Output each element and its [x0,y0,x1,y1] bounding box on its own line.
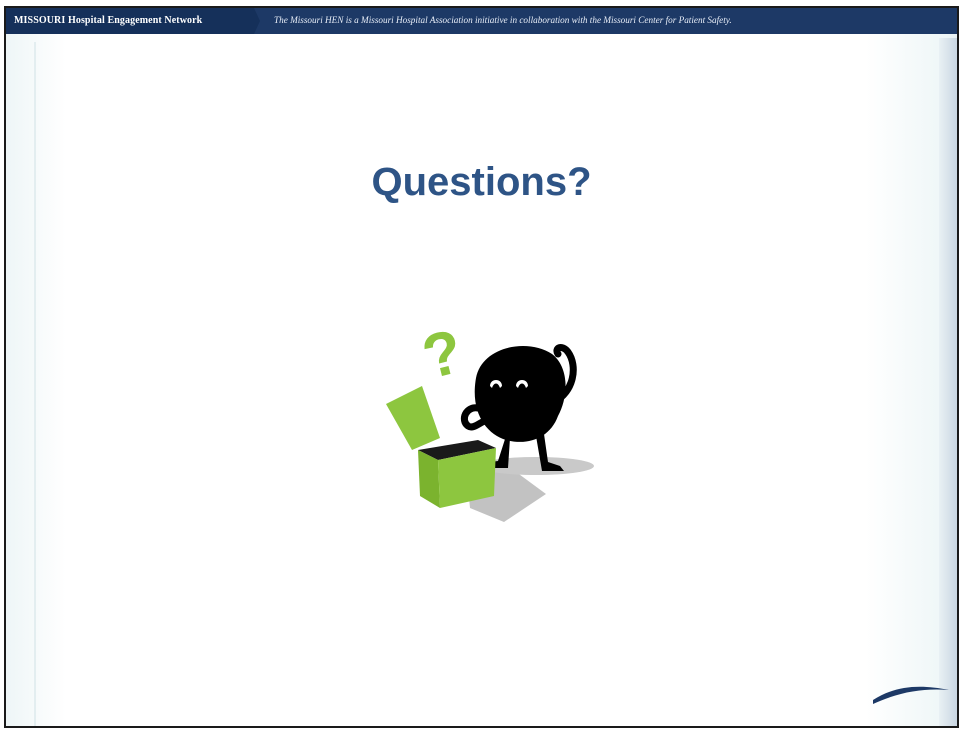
slide-title: Questions? [371,160,592,204]
right-accent-band [939,38,957,726]
swoosh-decoration [873,686,949,704]
character-body [474,346,566,442]
question-mark-icon: ? [416,317,469,393]
slide: MISSOURI Hospital Engagement Network The… [4,6,959,728]
confused-character-with-open-box-icon: ? [386,317,594,522]
left-accent-line [34,42,36,726]
header-tagline: The Missouri HEN is a Missouri Hospital … [274,15,732,25]
header-title: MISSOURI Hospital Engagement Network [14,15,203,26]
header-bar: MISSOURI Hospital Engagement Network The… [6,8,957,34]
box-lid [386,386,440,450]
